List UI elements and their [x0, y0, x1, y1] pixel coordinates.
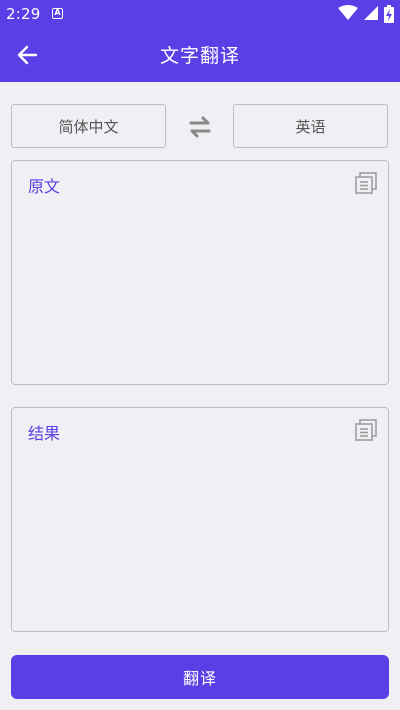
status-time: 2:29 [6, 5, 41, 23]
app-header: 2:29 A 文字翻译 [0, 0, 400, 82]
a-icon: A [52, 8, 63, 19]
system-icons [337, 5, 394, 23]
source-language-label: 简体中文 [58, 117, 119, 136]
battery-charging-icon [384, 5, 394, 23]
status-bar: 2:29 A [0, 0, 400, 28]
copy-result-button[interactable] [354, 418, 378, 442]
copy-icon [355, 172, 377, 194]
source-label: 原文 [28, 177, 61, 196]
source-language-button[interactable]: 简体中文 [11, 104, 166, 148]
translate-button[interactable]: 翻译 [11, 655, 389, 699]
swap-languages-button[interactable] [185, 112, 215, 142]
result-text-box[interactable]: 结果 [11, 407, 389, 632]
copy-icon [355, 419, 377, 441]
copy-source-button[interactable] [354, 171, 378, 195]
source-text-box[interactable]: 原文 [11, 160, 389, 385]
page-title: 文字翻译 [159, 45, 240, 67]
target-language-label: 英语 [295, 117, 326, 136]
target-language-button[interactable]: 英语 [233, 104, 388, 148]
result-label: 结果 [28, 424, 61, 443]
wifi-icon [337, 5, 358, 20]
signal-icon [363, 6, 378, 20]
translate-button-label: 翻译 [182, 669, 217, 688]
swap-icon [189, 116, 211, 138]
